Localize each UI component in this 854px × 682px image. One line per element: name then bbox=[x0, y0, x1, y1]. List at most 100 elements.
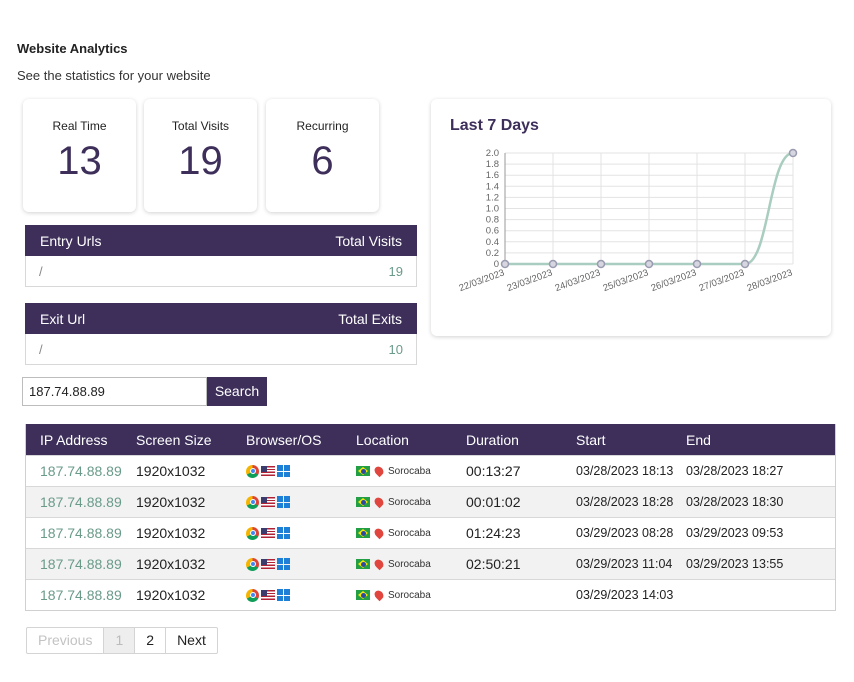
us-flag-icon bbox=[261, 559, 275, 569]
search-input[interactable] bbox=[22, 377, 207, 406]
y-tick-label: 1.2 bbox=[486, 192, 499, 203]
entry-urls-header-label: Entry Urls bbox=[40, 232, 102, 249]
map-pin-icon bbox=[372, 495, 386, 509]
duration: 00:13:27 bbox=[466, 463, 521, 479]
ip-address-link[interactable]: 187.74.88.89 bbox=[26, 556, 136, 572]
pagination: Previous 1 2 Next bbox=[26, 627, 218, 654]
map-pin-icon bbox=[372, 588, 386, 602]
brazil-flag-icon bbox=[356, 466, 370, 476]
screen-size: 1920x1032 bbox=[136, 463, 206, 479]
stat-value: 19 bbox=[178, 139, 223, 183]
end-time: 03/28/2023 18:30 bbox=[686, 495, 784, 509]
x-tick-label: 27/03/2023 bbox=[698, 267, 746, 294]
stat-label: Recurring bbox=[296, 119, 349, 133]
visits-table: IP Address Screen Size Browser/OS Locati… bbox=[25, 424, 836, 611]
ip-address-link[interactable]: 187.74.88.89 bbox=[26, 525, 136, 541]
stat-card-total-visits: Total Visits 19 bbox=[144, 99, 257, 212]
chrome-icon bbox=[246, 588, 259, 602]
stat-value: 6 bbox=[311, 139, 334, 183]
table-row: 187.74.88.89 1920x1032 Sorocaba 02:50:21 03/… bbox=[26, 548, 835, 579]
visits-table-body: 187.74.88.89 1920x1032 Sorocaba 00:13:27 03/… bbox=[26, 455, 835, 610]
location: Sorocaba bbox=[356, 557, 466, 571]
exit-urls-header-count: Total Exits bbox=[338, 310, 402, 327]
chrome-icon bbox=[246, 495, 259, 509]
location-city: Sorocaba bbox=[388, 465, 431, 477]
map-pin-icon bbox=[372, 557, 386, 571]
map-pin-icon bbox=[372, 464, 386, 478]
start-time: 03/29/2023 14:03 bbox=[576, 588, 674, 602]
stat-card-real-time: Real Time 13 bbox=[23, 99, 136, 212]
page-2-button[interactable]: 2 bbox=[135, 628, 167, 653]
chrome-icon bbox=[246, 557, 259, 571]
start-time: 03/29/2023 08:28 bbox=[576, 526, 674, 540]
entry-url[interactable]: / bbox=[39, 264, 43, 279]
end-time: 03/29/2023 13:55 bbox=[686, 557, 784, 571]
stat-value: 13 bbox=[57, 139, 102, 183]
exit-urls-table: Exit Url Total Exits / 10 bbox=[25, 303, 417, 365]
page-1-button[interactable]: 1 bbox=[104, 628, 136, 653]
entry-urls-header-count: Total Visits bbox=[335, 232, 402, 249]
previous-page-button[interactable]: Previous bbox=[27, 628, 105, 653]
entry-urls-table: Entry Urls Total Visits / 19 bbox=[25, 225, 417, 287]
exit-url[interactable]: / bbox=[39, 342, 43, 357]
header-start: Start bbox=[576, 431, 606, 448]
header-end: End bbox=[686, 431, 711, 448]
x-tick-label: 23/03/2023 bbox=[506, 267, 554, 294]
x-tick-label: 25/03/2023 bbox=[602, 267, 650, 294]
map-pin-icon bbox=[372, 526, 386, 540]
y-tick-label: 1.4 bbox=[486, 181, 499, 192]
data-point bbox=[740, 259, 750, 269]
location-city: Sorocaba bbox=[388, 527, 431, 539]
start-time: 03/28/2023 18:28 bbox=[576, 495, 674, 509]
visits-table-header: IP Address Screen Size Browser/OS Locati… bbox=[26, 424, 835, 455]
y-tick-label: 0.6 bbox=[486, 226, 499, 237]
page-subtitle: See the statistics for your website bbox=[17, 68, 211, 83]
y-tick-label: 1.6 bbox=[486, 170, 499, 181]
windows-icon bbox=[277, 558, 290, 570]
us-flag-icon bbox=[261, 528, 275, 538]
screen-size: 1920x1032 bbox=[136, 525, 206, 541]
header-duration: Duration bbox=[466, 431, 519, 448]
x-tick-label: 26/03/2023 bbox=[650, 267, 698, 294]
us-flag-icon bbox=[261, 466, 275, 476]
ip-address-link[interactable]: 187.74.88.89 bbox=[26, 463, 136, 479]
location: Sorocaba bbox=[356, 495, 466, 509]
exit-url-row: / 10 bbox=[25, 334, 417, 365]
exit-url-count: 10 bbox=[388, 341, 403, 357]
ip-address-link[interactable]: 187.74.88.89 bbox=[26, 587, 136, 603]
brazil-flag-icon bbox=[356, 559, 370, 569]
browser-os-icons bbox=[246, 526, 356, 540]
duration: 02:50:21 bbox=[466, 556, 521, 572]
ip-address-link[interactable]: 187.74.88.89 bbox=[26, 494, 136, 510]
exit-urls-header: Exit Url Total Exits bbox=[25, 303, 417, 334]
next-page-button[interactable]: Next bbox=[166, 628, 217, 653]
browser-os-icons bbox=[246, 588, 356, 602]
header-browser-os: Browser/OS bbox=[246, 431, 322, 448]
chart-title: Last 7 Days bbox=[450, 117, 539, 134]
entry-urls-header: Entry Urls Total Visits bbox=[25, 225, 417, 256]
y-tick-label: 0.4 bbox=[486, 237, 499, 248]
stat-label: Real Time bbox=[52, 119, 107, 133]
search-button[interactable]: Search bbox=[207, 377, 267, 406]
table-row: 187.74.88.89 1920x1032 Sorocaba 00:01:02 03/… bbox=[26, 486, 835, 517]
duration: 01:24:23 bbox=[466, 525, 521, 541]
location-city: Sorocaba bbox=[388, 558, 431, 570]
header-ip-address: IP Address bbox=[40, 431, 108, 448]
page-title: Website Analytics bbox=[17, 41, 128, 56]
screen-size: 1920x1032 bbox=[136, 587, 206, 603]
table-row: 187.74.88.89 1920x1032 Sorocaba 03/29/2023 … bbox=[26, 579, 835, 610]
data-point bbox=[788, 148, 798, 158]
end-time: 03/29/2023 09:53 bbox=[686, 526, 784, 540]
browser-os-icons bbox=[246, 495, 356, 509]
windows-icon bbox=[277, 589, 290, 601]
data-point bbox=[644, 259, 654, 269]
browser-os-icons bbox=[246, 464, 356, 478]
table-row: 187.74.88.89 1920x1032 Sorocaba 00:13:27 03/… bbox=[26, 455, 835, 486]
table-row: 187.74.88.89 1920x1032 Sorocaba 01:24:23 03/… bbox=[26, 517, 835, 548]
y-tick-label: 2.0 bbox=[486, 148, 499, 159]
y-tick-label: 1.0 bbox=[486, 204, 499, 215]
end-time: 03/28/2023 18:27 bbox=[686, 464, 784, 478]
entry-url-count: 19 bbox=[388, 263, 403, 279]
data-point bbox=[500, 259, 510, 269]
y-tick-label: 0.8 bbox=[486, 215, 499, 226]
